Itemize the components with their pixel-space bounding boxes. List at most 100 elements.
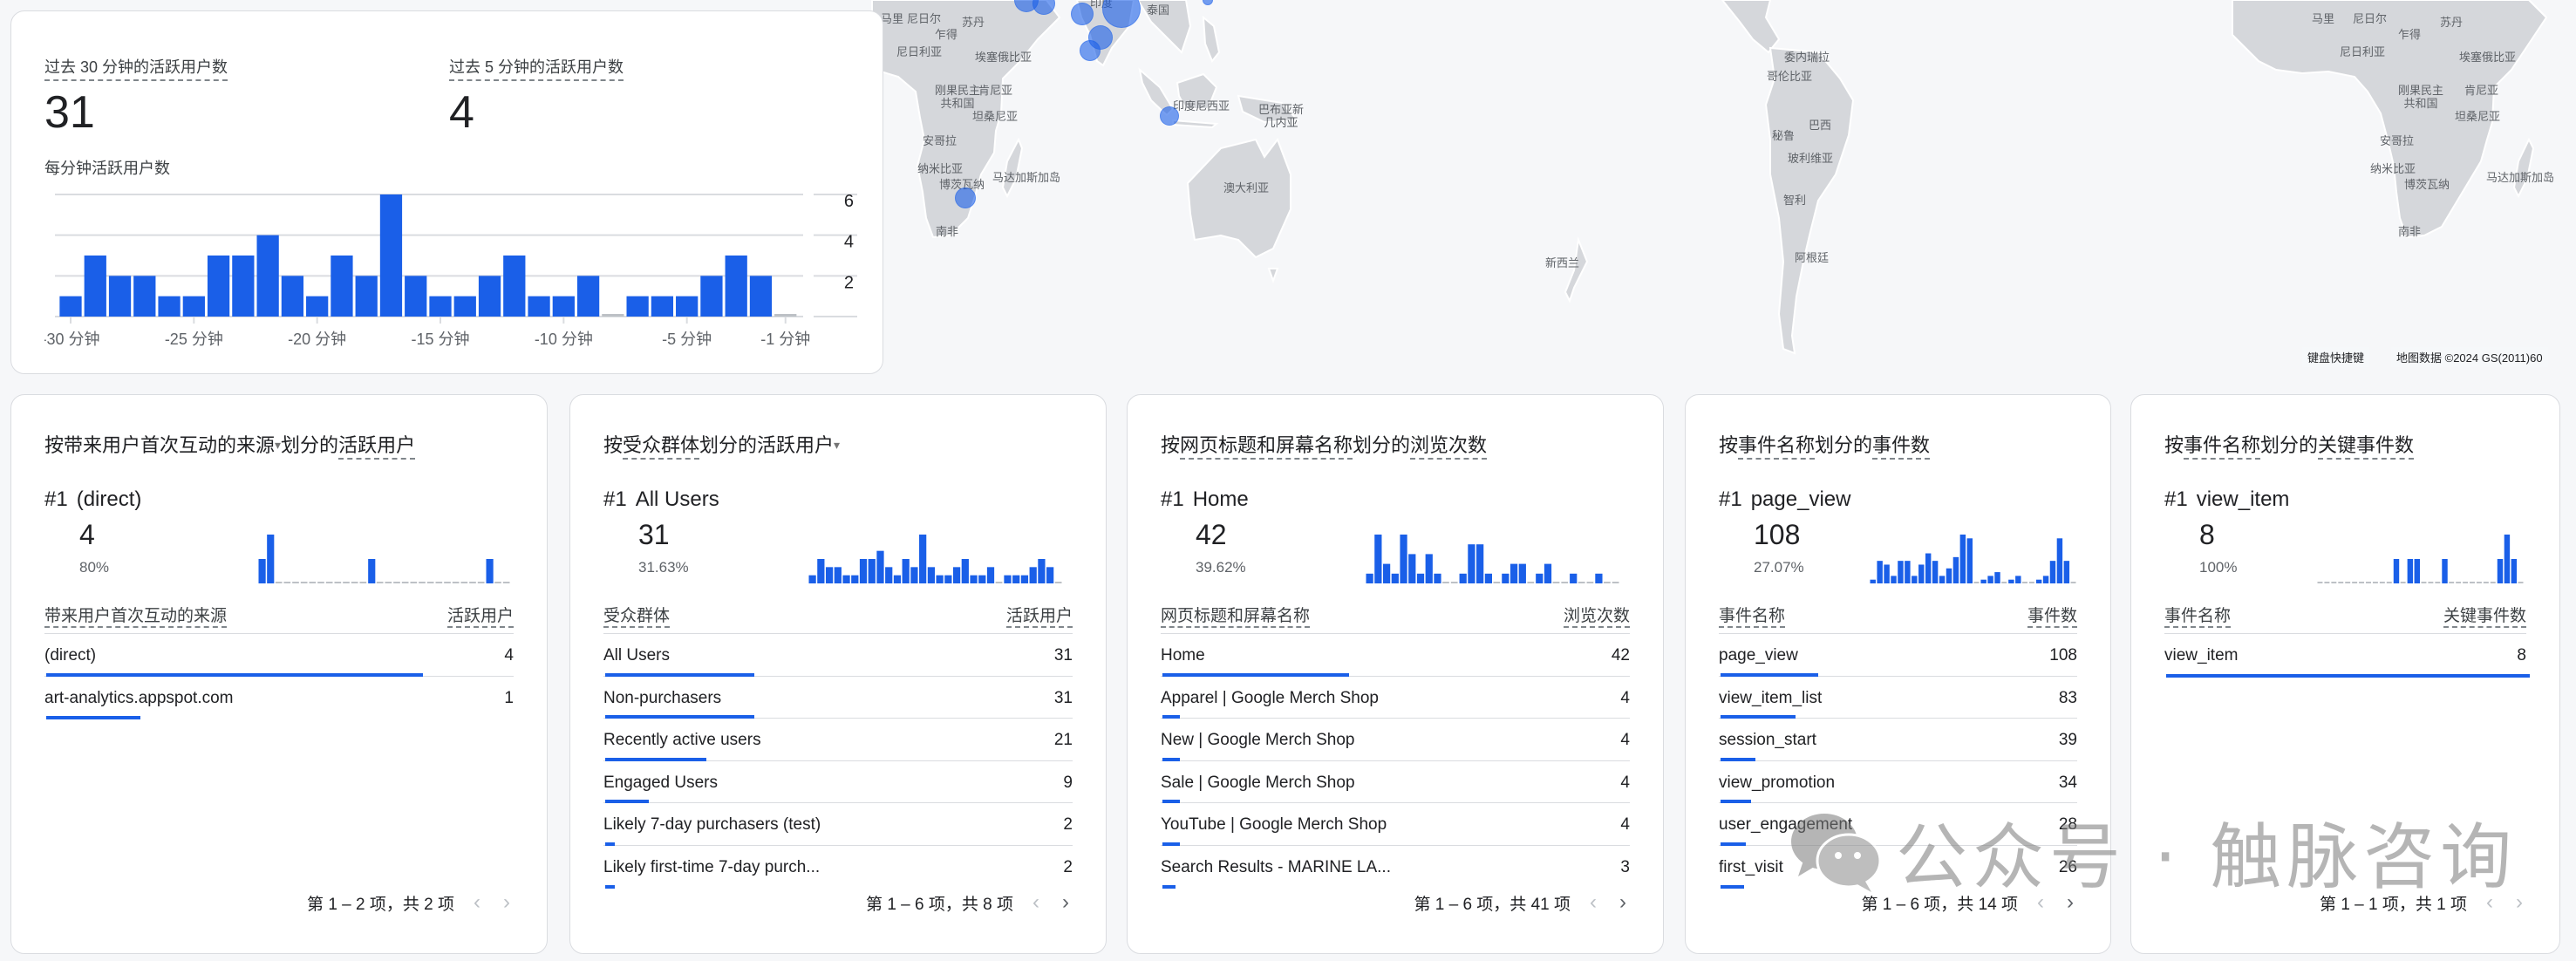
sparkline-bar[interactable] bbox=[1391, 573, 1399, 583]
minute-bar[interactable] bbox=[355, 276, 378, 317]
sparkline-bar[interactable] bbox=[258, 559, 266, 583]
sparkline-bar[interactable] bbox=[1029, 567, 1037, 583]
table-row[interactable]: Likely 7-day purchasers (test) 2 bbox=[603, 803, 1073, 846]
dimension-dropdown-caret-icon[interactable]: ▾ bbox=[834, 438, 840, 452]
minute-bar[interactable] bbox=[749, 276, 773, 317]
card-title-term[interactable]: 浏览次数 bbox=[1410, 434, 1488, 460]
sparkline-bar[interactable] bbox=[2400, 582, 2406, 583]
sparkline-bar[interactable] bbox=[1905, 561, 1911, 583]
sparkline-bar[interactable] bbox=[368, 559, 376, 583]
user-location-bubble[interactable] bbox=[1160, 106, 1179, 126]
sparkline-bar[interactable] bbox=[961, 559, 969, 583]
table-row[interactable]: Engaged Users 9 bbox=[603, 761, 1073, 803]
sparkline-bar[interactable] bbox=[419, 582, 426, 583]
sparkline-bar[interactable] bbox=[2035, 579, 2042, 583]
sparkline-bar[interactable] bbox=[469, 582, 476, 583]
table-row[interactable]: user_engagement 28 bbox=[1719, 803, 2077, 846]
sparkline-bar[interactable] bbox=[2511, 559, 2518, 583]
minute-bar[interactable] bbox=[503, 256, 526, 317]
sparkline-bar[interactable] bbox=[986, 567, 995, 583]
sparkline-bar[interactable] bbox=[1408, 554, 1416, 583]
sparkline-bar[interactable] bbox=[2421, 582, 2427, 583]
metric-column-header[interactable]: 关键事件数 bbox=[2443, 603, 2526, 628]
next-page-chevron-icon[interactable]: › bbox=[2063, 890, 2077, 915]
sparkline-bar[interactable] bbox=[2366, 582, 2371, 583]
sparkline-bar[interactable] bbox=[1973, 582, 1980, 583]
sparkline-bar[interactable] bbox=[2386, 582, 2392, 583]
sparkline-bar[interactable] bbox=[2001, 582, 2007, 583]
sparkline-bar[interactable] bbox=[2407, 559, 2414, 583]
sparkline-bar[interactable] bbox=[502, 582, 510, 583]
minute-bar[interactable] bbox=[306, 296, 329, 317]
minute-bar[interactable] bbox=[429, 296, 452, 317]
minute-bar[interactable] bbox=[576, 276, 600, 317]
sparkline-bar[interactable] bbox=[970, 575, 978, 583]
table-row[interactable]: (direct) 4 bbox=[44, 634, 514, 677]
sparkline-bar[interactable] bbox=[2449, 582, 2455, 583]
sparkline-bar[interactable] bbox=[2063, 561, 2070, 583]
table-row[interactable]: view_promotion 34 bbox=[1719, 761, 2077, 803]
dimension-column-header[interactable]: 网页标题和屏幕名称 bbox=[1161, 603, 1311, 628]
table-row[interactable]: Sale | Google Merch Shop 4 bbox=[1161, 761, 1630, 803]
sparkline-bar[interactable] bbox=[2476, 582, 2482, 583]
sparkline-bar[interactable] bbox=[2070, 582, 2076, 583]
sparkline-bar[interactable] bbox=[2393, 559, 2400, 583]
sparkline-bar[interactable] bbox=[2049, 561, 2056, 583]
sparkline-bar[interactable] bbox=[1561, 582, 1569, 583]
sparkline-bar[interactable] bbox=[808, 575, 816, 583]
minute-bar[interactable] bbox=[158, 296, 181, 317]
sparkline-bar[interactable] bbox=[1054, 582, 1062, 583]
minute-bar[interactable] bbox=[528, 296, 550, 317]
sparkline-bar[interactable] bbox=[376, 582, 384, 583]
table-row[interactable]: New | Google Merch Shop 4 bbox=[1161, 719, 1630, 761]
sparkline-bar[interactable] bbox=[351, 582, 358, 583]
sparkline-bar[interactable] bbox=[452, 582, 460, 583]
sparkline-bar[interactable] bbox=[1918, 564, 1925, 583]
next-page-chevron-icon[interactable]: › bbox=[2512, 890, 2526, 915]
sparkline-bar[interactable] bbox=[2331, 582, 2337, 583]
sparkline-bar[interactable] bbox=[1416, 573, 1425, 583]
sparkline-bar[interactable] bbox=[393, 582, 400, 583]
sparkline-bar[interactable] bbox=[486, 559, 494, 583]
sparkline-bar[interactable] bbox=[2008, 579, 2014, 583]
sparkline-bar[interactable] bbox=[2428, 582, 2434, 583]
sparkline-bar[interactable] bbox=[334, 582, 342, 583]
table-row[interactable]: Search Results - MARINE LA... 3 bbox=[1161, 846, 1630, 889]
sparkline-bar[interactable] bbox=[2456, 582, 2462, 583]
table-row[interactable]: Recently active users 21 bbox=[603, 719, 1073, 761]
sparkline-bar[interactable] bbox=[2022, 582, 2027, 583]
sparkline-bar[interactable] bbox=[1595, 573, 1603, 583]
sparkline-bar[interactable] bbox=[1502, 573, 1509, 583]
sparkline-bar[interactable] bbox=[426, 582, 434, 583]
sparkline-bar[interactable] bbox=[2463, 582, 2469, 583]
metric-30min-label[interactable]: 过去 30 分钟的活跃用户数 bbox=[44, 55, 228, 81]
sparkline-bar[interactable] bbox=[2324, 582, 2330, 583]
sparkline-bar[interactable] bbox=[2372, 582, 2378, 583]
sparkline-bar[interactable] bbox=[1046, 567, 1054, 583]
sparkline-bar[interactable] bbox=[2504, 535, 2511, 583]
sparkline-bar[interactable] bbox=[1870, 579, 1876, 583]
sparkline-bar[interactable] bbox=[435, 582, 443, 583]
sparkline-bar[interactable] bbox=[1020, 575, 1029, 583]
sparkline-bar[interactable] bbox=[1578, 582, 1585, 583]
sparkline-bar[interactable] bbox=[919, 535, 927, 583]
dimension-column-header[interactable]: 事件名称 bbox=[1719, 603, 1786, 628]
table-row[interactable]: Likely first-time 7-day purch... 2 bbox=[603, 846, 1073, 889]
sparkline-bar[interactable] bbox=[385, 582, 392, 583]
sparkline-bar[interactable] bbox=[1536, 573, 1544, 583]
sparkline-bar[interactable] bbox=[2414, 559, 2420, 583]
sparkline-bar[interactable] bbox=[2497, 559, 2504, 583]
minute-bar[interactable] bbox=[405, 276, 427, 317]
sparkline-bar[interactable] bbox=[2317, 582, 2323, 583]
sparkline-bar[interactable] bbox=[885, 567, 893, 583]
sparkline-bar[interactable] bbox=[1612, 582, 1619, 583]
sparkline-bar[interactable] bbox=[876, 550, 884, 583]
sparkline-bar[interactable] bbox=[1400, 535, 1407, 583]
sparkline-bar[interactable] bbox=[1038, 559, 1046, 583]
card-title-term[interactable]: 活跃用户 bbox=[338, 434, 416, 460]
sparkline-bar[interactable] bbox=[851, 575, 859, 583]
minute-bar[interactable] bbox=[379, 194, 403, 317]
sparkline-bar[interactable] bbox=[825, 567, 834, 583]
sparkline-bar[interactable] bbox=[1493, 582, 1501, 583]
minute-bar[interactable] bbox=[59, 296, 82, 317]
